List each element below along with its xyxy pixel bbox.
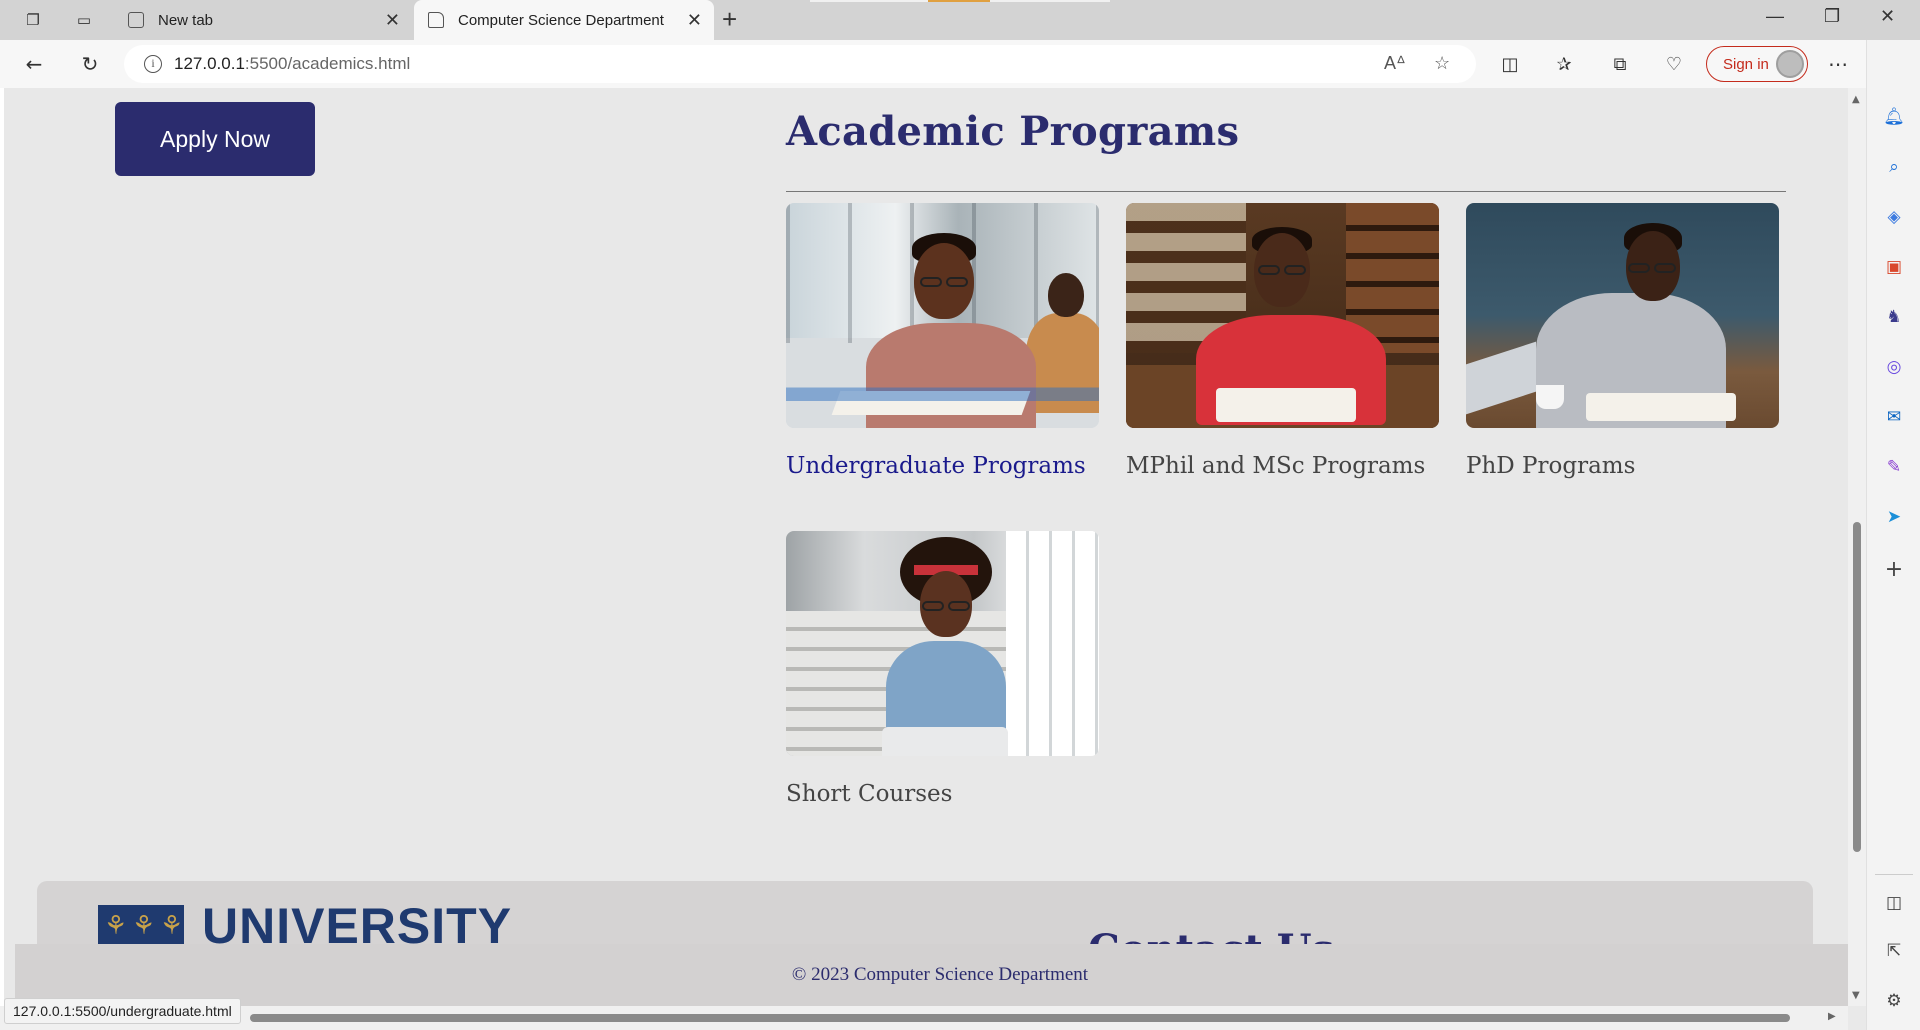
window-close-icon[interactable]: ✕ (1880, 6, 1895, 27)
address-bar[interactable]: i 127.0.0.1 :5500/academics.html Aᐞ ☆ (124, 45, 1476, 83)
program-card-short-courses[interactable]: Short Courses (786, 531, 1099, 807)
page-viewport: Apply Now Academic Programs Undergraduat… (0, 88, 1848, 1006)
collections-icon[interactable]: ⧉ (1606, 50, 1634, 78)
tab-computer-science-department[interactable]: Computer Science Department ✕ (414, 0, 714, 40)
scroll-right-icon[interactable]: ▶ (1828, 1011, 1836, 1022)
url-path: :5500/academics.html (244, 54, 411, 73)
scroll-down-icon[interactable]: ▼ (1852, 990, 1860, 1001)
read-aloud-icon[interactable]: Aᐞ (1384, 53, 1406, 74)
url-host: 127.0.0.1 (174, 54, 245, 73)
bell-icon[interactable]: 🔔︎ (1881, 104, 1907, 130)
outlook-icon[interactable]: ✉ (1881, 404, 1907, 430)
program-link-phd[interactable]: PhD Programs (1466, 453, 1635, 479)
tab-title: Computer Science Department (458, 11, 664, 29)
edge-sidebar: 🔔︎ ⌕ ◈ ▣ ♞ ◎ ✉ ✎ ➤ + ◫ ⇱ ⚙ (1866, 40, 1920, 1030)
copyright-bar (15, 944, 1848, 1006)
tag-icon[interactable]: ◈ (1881, 204, 1907, 230)
settings-icon[interactable]: ⚙ (1881, 988, 1907, 1014)
program-link-mphil-msc[interactable]: MPhil and MSc Programs (1126, 453, 1425, 479)
search-icon[interactable]: ⌕ (1881, 154, 1907, 180)
site-info-icon[interactable]: i (144, 55, 162, 73)
page-edge (0, 88, 4, 1006)
external-link-icon[interactable]: ⇱ (1881, 938, 1907, 964)
close-icon[interactable]: ✕ (385, 10, 400, 31)
program-image[interactable] (1466, 203, 1779, 428)
designer-icon[interactable]: ✎ (1881, 454, 1907, 480)
browser-essentials-icon[interactable]: ♡ (1660, 50, 1688, 78)
document-icon (428, 12, 444, 28)
minimize-icon[interactable]: — (1766, 6, 1784, 27)
sidebar-divider (1875, 874, 1913, 875)
refresh-icon[interactable]: ↻ (76, 50, 104, 78)
program-image[interactable] (786, 203, 1099, 428)
new-tab-button[interactable]: + (722, 6, 737, 32)
add-icon[interactable]: + (1881, 556, 1907, 582)
chess-icon[interactable]: ♞ (1881, 304, 1907, 330)
copilot-circle-icon[interactable]: ◎ (1881, 354, 1907, 380)
close-icon[interactable]: ✕ (687, 10, 702, 31)
scroll-up-icon[interactable]: ▲ (1852, 94, 1860, 105)
program-image[interactable] (786, 531, 1099, 756)
workspaces-icon[interactable]: ❐ (20, 8, 46, 32)
page-title: Academic Programs (786, 108, 1240, 155)
split-screen-icon[interactable]: ◫ (1496, 50, 1524, 78)
favorites-icon[interactable]: ✰ (1550, 50, 1578, 78)
toolbox-icon[interactable]: ▣ (1881, 254, 1907, 280)
scroll-thumb[interactable] (1853, 522, 1861, 852)
program-link-short-courses[interactable]: Short Courses (786, 781, 952, 807)
sign-in-label: Sign in (1723, 55, 1769, 73)
split-view-icon[interactable]: ◫ (1881, 890, 1907, 916)
favorite-star-icon[interactable]: ☆ (1434, 53, 1450, 74)
apply-now-button[interactable]: Apply Now (115, 102, 315, 176)
title-divider (786, 191, 1786, 192)
send-icon[interactable]: ➤ (1881, 504, 1907, 530)
wheat-emblem-icon: ⚘ ⚘ ⚘ (98, 905, 184, 947)
restore-icon[interactable]: ❐ (1824, 6, 1840, 27)
browser-toolbar: ← ↻ i 127.0.0.1 :5500/academics.html Aᐞ … (0, 40, 1920, 88)
program-link-undergraduate[interactable]: Undergraduate Programs (786, 453, 1086, 479)
horizontal-scrollbar[interactable]: ▶ (0, 1006, 1848, 1030)
back-arrow-icon[interactable]: ← (20, 50, 48, 78)
program-image[interactable] (1126, 203, 1439, 428)
loading-indicator (928, 0, 990, 2)
scroll-thumb[interactable] (250, 1014, 1790, 1022)
page-icon (128, 12, 144, 28)
avatar (1776, 50, 1804, 78)
vertical-scrollbar[interactable]: ▲ ▼ (1848, 88, 1866, 1006)
tab-actions-icon[interactable]: ▭ (71, 8, 97, 32)
sign-in-button[interactable]: Sign in (1706, 46, 1808, 82)
status-bar-url: 127.0.0.1:5500/undergraduate.html (4, 998, 241, 1024)
tab-title: New tab (158, 11, 214, 29)
more-menu-icon[interactable]: ⋯ (1824, 50, 1852, 78)
program-card-undergraduate[interactable]: Undergraduate Programs (786, 203, 1099, 479)
tab-new-tab[interactable]: New tab ✕ (128, 0, 412, 40)
tab-strip: ❐ ▭ New tab ✕ Computer Science Departmen… (0, 0, 1920, 40)
program-card-mphil-msc[interactable]: MPhil and MSc Programs (1126, 203, 1439, 479)
program-card-phd[interactable]: PhD Programs (1466, 203, 1779, 479)
